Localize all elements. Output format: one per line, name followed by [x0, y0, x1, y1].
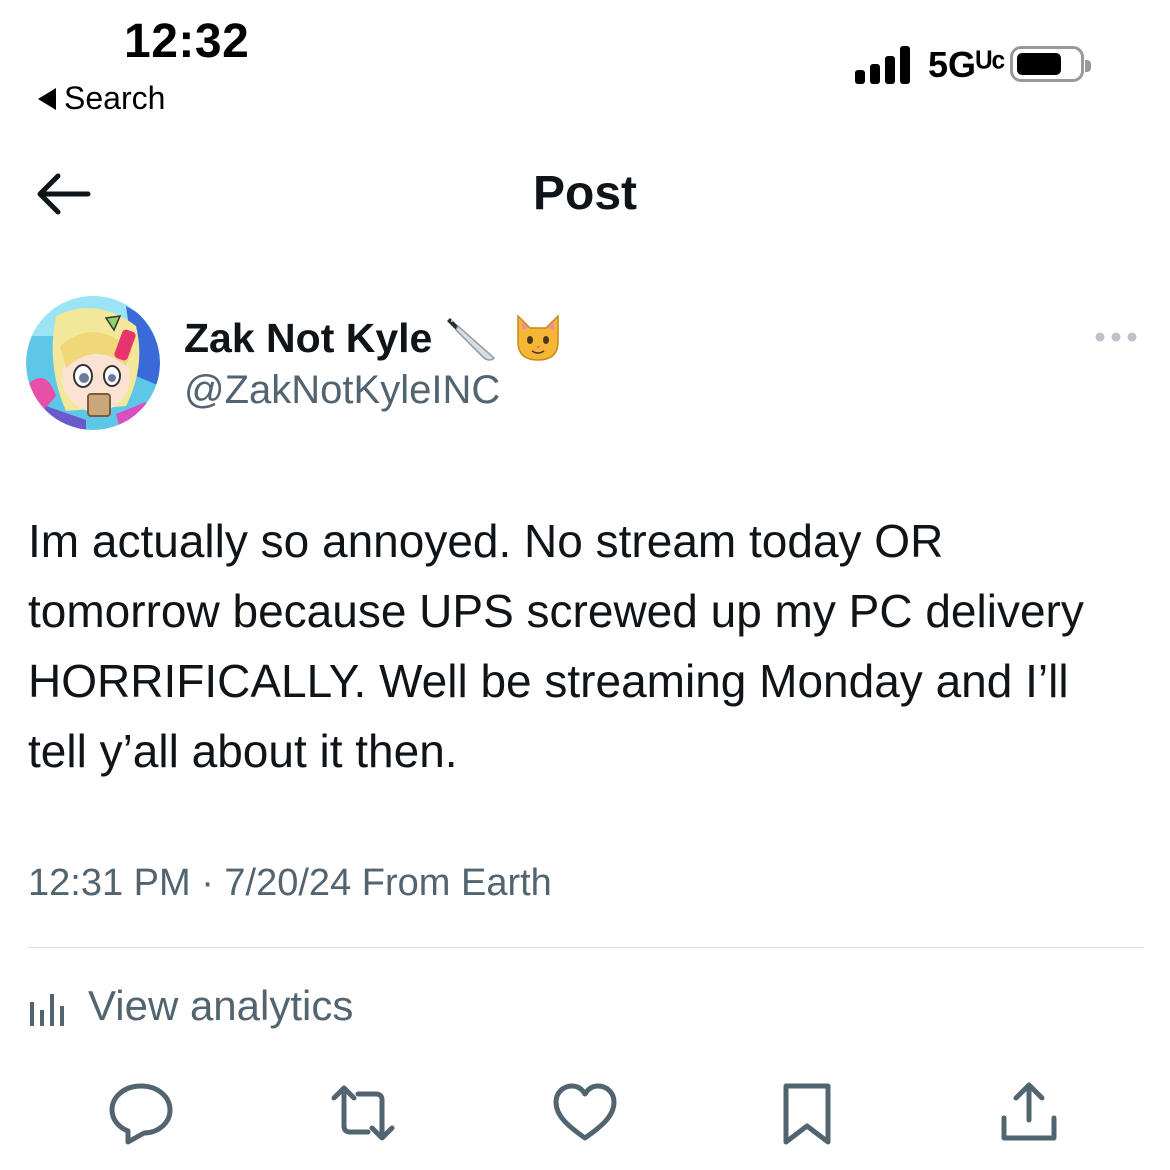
back-triangle-icon [38, 87, 56, 110]
network-indicator: 5Gᵁᶜ [928, 44, 1006, 85]
post-timestamp: 12:31 PM · 7/20/24 From Earth [28, 862, 552, 904]
reply-icon[interactable] [106, 1078, 176, 1148]
back-to-search-label: Search [64, 80, 166, 116]
analytics-icon [30, 994, 64, 1026]
post-screen: 12:32 Search 5Gᵁᶜ Post Zak Not Kyle @Zak… [0, 0, 1170, 1170]
bookmark-icon[interactable] [772, 1078, 842, 1148]
status-time: 12:32 [124, 15, 250, 68]
signal-icon [855, 44, 915, 84]
knife-icon [446, 312, 498, 364]
view-analytics-link[interactable]: View analytics [28, 982, 353, 1030]
author-handle[interactable]: @ZakNotKyleINC [184, 368, 500, 413]
more-options-icon[interactable] [1094, 330, 1138, 342]
repost-icon[interactable] [328, 1078, 398, 1148]
action-bar [0, 1078, 1170, 1158]
battery-icon [1010, 46, 1091, 82]
page-title: Post [532, 167, 637, 220]
share-icon[interactable] [994, 1078, 1064, 1148]
back-to-search-link[interactable]: Search [38, 80, 165, 117]
display-name-text: Zak Not Kyle [184, 314, 433, 361]
post-text: Im actually so annoyed. No stream today … [28, 515, 1084, 777]
like-icon[interactable] [550, 1078, 620, 1148]
avatar[interactable] [26, 296, 160, 430]
divider [28, 947, 1144, 948]
view-analytics-label: View analytics [88, 982, 354, 1029]
author-display-name[interactable]: Zak Not Kyle [184, 312, 564, 364]
cat-face-icon [512, 312, 564, 364]
